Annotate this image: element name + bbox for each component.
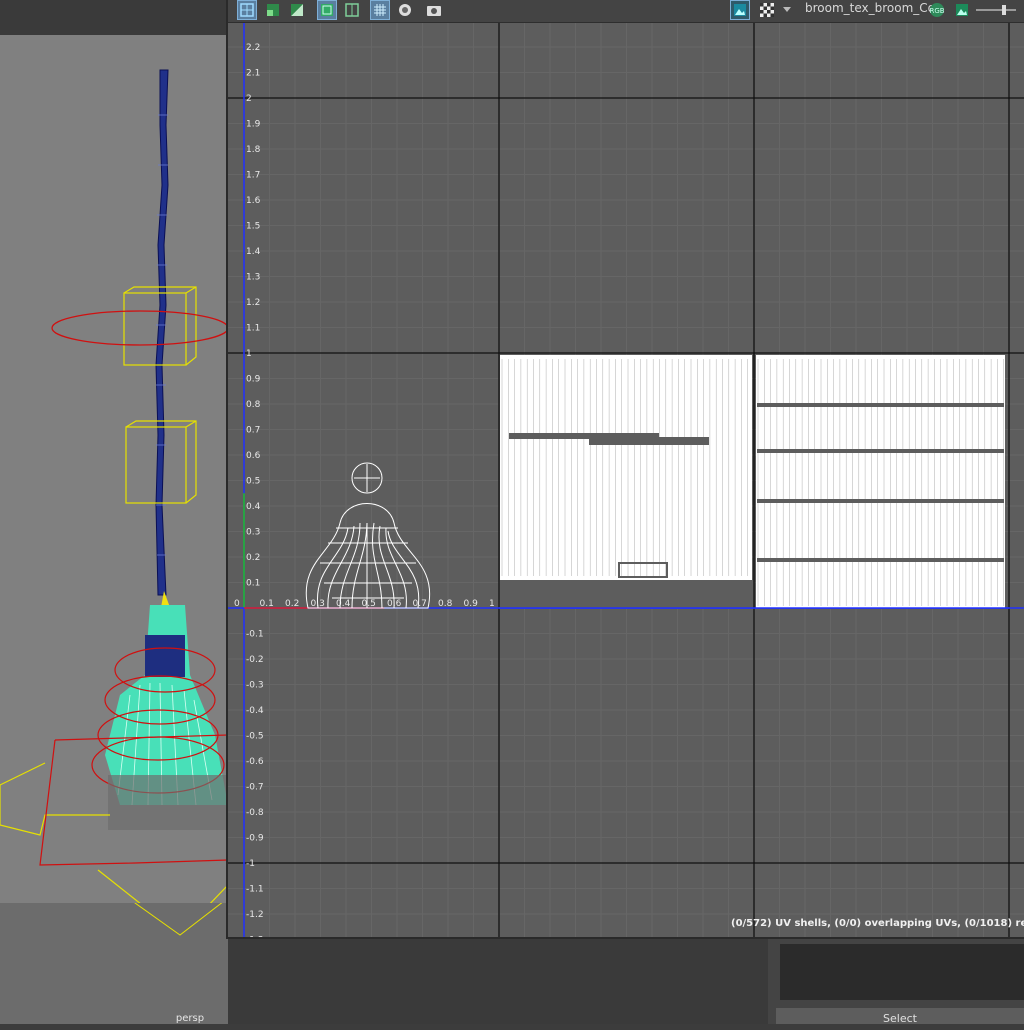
v-axis-tick-label: 1.8 — [246, 145, 261, 155]
uv-shell-handle-strips[interactable] — [499, 353, 1009, 609]
v-axis-tick-label: -0.6 — [246, 757, 264, 767]
checker-shade-icon[interactable] — [287, 0, 307, 20]
uv-grid-canvas[interactable]: 0 0.1 0.2 0.3 0.4 0.5 0.6 0.7 0.8 0.9 1 1.1 1.2 1.3 1.… — [228, 23, 1024, 937]
uv-status-line: (0/572) UV shells, (0/0) overlapping UVs… — [731, 918, 1024, 929]
v-axis-tick-label: 1.5 — [246, 222, 260, 232]
v-axis-tick-label: 0.2 — [246, 553, 260, 563]
uv-shell-region — [756, 355, 1005, 608]
uv-shell-gap — [757, 403, 1004, 407]
v-axis-tick-label: -0.5 — [246, 732, 264, 742]
uv-shell-gap — [757, 558, 1004, 562]
v-axis-tick-label: -1 — [246, 859, 255, 869]
v-axis-tick-label: -0.1 — [246, 630, 264, 640]
v-axis-tick-label: 2.1 — [246, 69, 260, 79]
v-axis-tick-label: 2.2 — [246, 43, 260, 53]
persp-scene[interactable] — [0, 35, 229, 936]
v-axis-tick-label: -0.3 — [246, 681, 264, 691]
v-axis-tick-label: 0.9 — [246, 375, 261, 385]
uv-shell-gap — [589, 437, 709, 445]
uv-shell-region — [500, 355, 752, 580]
alpha-channel-icon[interactable] — [952, 0, 972, 20]
v-axis-tick-label: 1.1 — [246, 324, 260, 334]
wireframe-icon[interactable] — [317, 0, 337, 20]
v-axis-tick-label: -0.8 — [246, 808, 264, 818]
select-button[interactable]: Select — [776, 1008, 1024, 1025]
v-axis-tick-label: 1.7 — [246, 171, 260, 181]
shaded-uv-icon[interactable] — [263, 0, 283, 20]
u-axis-tick-label: 0.9 — [464, 599, 479, 609]
dropdown-arrow-icon[interactable] — [780, 0, 794, 20]
v-axis-tick-label: 0.7 — [246, 426, 260, 436]
uv-grid-icon[interactable] — [237, 0, 257, 20]
v-axis-tick-label: 0.4 — [246, 502, 261, 512]
manipulator-arrow — [127, 897, 229, 936]
v-axis-tick-label: -1.2 — [246, 910, 264, 920]
camera-icon[interactable] — [424, 0, 444, 20]
v-axis-tick-label: 1.6 — [246, 196, 261, 206]
uv-editor-toolbar: broom_tex_broom_Co RGB — [228, 0, 1024, 23]
persp-bottom-area — [0, 897, 229, 1024]
v-axis-tick-label: 1.4 — [246, 247, 261, 257]
v-axis-tick-label: 0.6 — [246, 451, 261, 461]
v-axis-tick-label: 0.3 — [246, 528, 260, 538]
v-axis-tick-label: 0.5 — [246, 477, 260, 487]
uv-shell-gap — [757, 499, 1004, 503]
v-axis-tick-label: 2 — [246, 94, 252, 104]
v-axis-tick-label: -0.4 — [246, 706, 264, 716]
texture-name-field[interactable]: broom_tex_broom_Co — [805, 1, 935, 15]
snapshot-icon[interactable] — [395, 0, 415, 20]
u-axis-tick-label: 1 — [489, 599, 495, 609]
v-axis-tick-label: 1 — [246, 349, 252, 359]
v-axis-tick-label: 0.8 — [246, 400, 261, 410]
rgb-channels-icon[interactable]: RGB — [927, 0, 947, 20]
v-axis-tick-label: 1.3 — [246, 273, 260, 283]
viewport-label: persp — [175, 1013, 205, 1024]
exposure-slider[interactable] — [976, 0, 1016, 20]
broom-model-wireframe — [0, 69, 229, 936]
v-axis-tick-label: -1.3 — [246, 936, 264, 938]
v-axis-tick-label: -0.7 — [246, 783, 264, 793]
checker-icon[interactable] — [757, 0, 777, 20]
v-axis-tick-label: 1.9 — [246, 120, 261, 130]
u-axis-tick-label: 0.8 — [438, 599, 453, 609]
grid-toggle-icon[interactable] — [370, 0, 390, 20]
u-axis-tick-label: 0 — [234, 599, 240, 609]
v-axis-tick-label: 0.1 — [246, 579, 260, 589]
uv-editor-window[interactable]: broom_tex_broom_Co RGB 0 0.1 0.2 0.3 0.4 0.5 0… — [226, 0, 1024, 939]
image-display-icon[interactable] — [730, 0, 750, 20]
svg-text:RGB: RGB — [929, 7, 944, 15]
v-axis-tick-label: -0.2 — [246, 655, 264, 665]
uv-empty-region — [500, 580, 754, 608]
v-axis-tick-label: 1.2 — [246, 298, 260, 308]
uv-shell-gap — [757, 449, 1004, 453]
side-panel-content — [780, 944, 1024, 1000]
u-axis-tick-label: 0.2 — [285, 599, 299, 609]
texture-border-icon[interactable] — [342, 0, 362, 20]
v-axis-tick-label: -0.9 — [246, 834, 264, 844]
v-axis-tick-label: -1.1 — [246, 885, 264, 895]
u-axis-tick-label: 0.1 — [260, 599, 274, 609]
